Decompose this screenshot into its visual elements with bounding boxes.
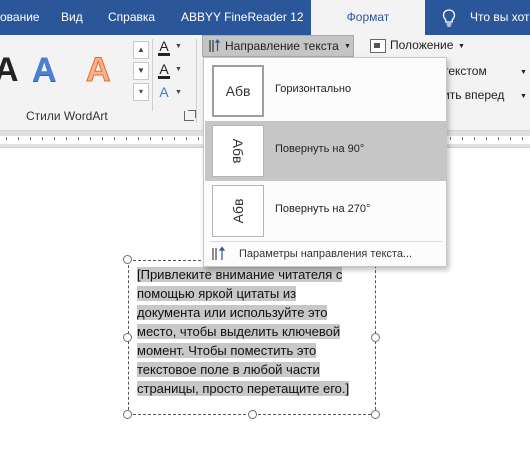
position-label: Положение: [390, 38, 454, 52]
text-line: документа или используйте это: [137, 305, 328, 320]
text-direction-label: Направление текста: [225, 39, 339, 53]
tab-abbyy[interactable]: ABBYY FineReader 12: [181, 0, 304, 35]
text-line: страницы, просто перетащите его.]: [137, 381, 350, 396]
resize-handle-right[interactable]: [371, 333, 380, 342]
preview-text: Абв: [230, 198, 246, 224]
text-direction-menu: Абв Горизонтально Абв Повернуть на 90° А…: [203, 57, 447, 267]
ruler-tick: [30, 137, 31, 140]
chevron-down-icon: ▼: [458, 43, 465, 50]
lightbulb-icon: [442, 9, 456, 27]
wordart-style-2[interactable]: A: [32, 51, 57, 90]
tab-review[interactable]: ование: [0, 0, 48, 35]
chevron-down-icon: ▼: [520, 69, 527, 76]
wrap-text-button[interactable]: текстом: [443, 64, 487, 78]
gallery-down-button[interactable]: ▼: [133, 62, 149, 80]
preview-text: Абв: [230, 138, 246, 164]
wordart-style-3[interactable]: A: [86, 51, 112, 90]
resize-handle-bottom-left[interactable]: [123, 410, 132, 419]
resize-handle-top-left[interactable]: [123, 255, 132, 264]
ruler-tick: [186, 137, 187, 140]
text-effects-button[interactable]: A ▼: [156, 84, 182, 104]
menu-item-rotate-270[interactable]: Абв Повернуть на 270°: [205, 181, 447, 241]
ruler-tick: [150, 137, 151, 140]
menu-item-direction-options[interactable]: Параметры направления текста...: [205, 244, 447, 266]
outline-color-bar: [158, 76, 170, 79]
text-direction-button[interactable]: Направление текста ▼: [202, 35, 354, 57]
preview-rotate-270: Абв: [212, 185, 264, 237]
ruler-tick: [42, 137, 43, 140]
tell-me-label: Что вы хот: [470, 10, 530, 24]
ruler-tick: [510, 137, 511, 140]
text-fill-button[interactable]: A ▼: [156, 38, 182, 58]
text-box-content[interactable]: [Привлеките внимание читателя с помощью …: [137, 265, 369, 398]
tab-help[interactable]: Справка: [108, 0, 158, 35]
text-direction-icon: [209, 39, 221, 52]
ruler-tick: [102, 137, 103, 140]
wordart-gallery-scroller: ▲ ▼ ▾: [133, 41, 149, 103]
chevron-down-icon: ▼: [175, 66, 182, 73]
resize-handle-bottom[interactable]: [248, 410, 257, 419]
menu-item-rotate-90[interactable]: Абв Повернуть на 90°: [205, 121, 447, 181]
resize-handle-bottom-right[interactable]: [371, 410, 380, 419]
menu-item-horizontal[interactable]: Абв Горизонтально: [205, 61, 447, 121]
ruler-tick: [522, 137, 523, 140]
text-box[interactable]: [Привлеките внимание читателя с помощью …: [128, 260, 376, 415]
position-icon: [370, 39, 386, 53]
ruler-tick: [54, 137, 55, 140]
ruler-tick: [66, 137, 67, 140]
wordart-style-1[interactable]: A: [0, 51, 19, 90]
ruler-tick: [90, 137, 91, 140]
text-line: момент. Чтобы поместить это: [137, 343, 317, 358]
ruler-tick: [474, 137, 475, 140]
ruler-tick: [498, 137, 499, 140]
bring-forward-button[interactable]: ить вперед: [443, 88, 504, 102]
ruler-tick: [198, 137, 199, 140]
ruler-tick: [450, 137, 451, 140]
text-line: помощью яркой цитаты из: [137, 286, 297, 301]
ruler-tick: [174, 137, 175, 140]
divider: [152, 39, 153, 111]
resize-handle-left[interactable]: [123, 333, 132, 342]
ruler-tick: [126, 137, 127, 140]
dialog-launcher-icon[interactable]: [184, 110, 196, 121]
chevron-down-icon: ▼: [175, 43, 182, 50]
gallery-more-button[interactable]: ▾: [133, 83, 149, 101]
chevron-down-icon: ▼: [175, 89, 182, 96]
preview-text: Абв: [225, 83, 251, 99]
text-effects-icon: A: [159, 84, 169, 100]
ruler-tick: [78, 137, 79, 140]
menu-item-label: Повернуть на 90°: [275, 143, 365, 155]
menu-divider: [210, 241, 442, 242]
ruler-tick: [138, 137, 139, 140]
ruler-tick: [18, 137, 19, 140]
ruler-tick: [162, 137, 163, 140]
tab-format[interactable]: Формат: [311, 0, 425, 35]
ruler-tick: [114, 137, 115, 140]
ruler-tick: [6, 137, 7, 140]
ruler-tick: [486, 137, 487, 140]
text-outline-button[interactable]: A ▼: [156, 61, 182, 81]
menu-footer-label: Параметры направления текста...: [239, 248, 413, 260]
fill-color-bar: [158, 53, 170, 56]
text-direction-icon: [212, 246, 226, 260]
wordart-group-label: Стили WordArt: [26, 109, 108, 123]
menu-item-label: Горизонтально: [275, 83, 352, 95]
ruler-tick: [462, 137, 463, 140]
preview-rotate-90: Абв: [212, 125, 264, 177]
gallery-up-button[interactable]: ▲: [133, 41, 149, 59]
chevron-down-icon: ▼: [520, 93, 527, 100]
text-line: [Привлеките внимание читателя с: [137, 267, 343, 282]
chevron-down-icon: ▼: [344, 43, 351, 50]
text-line: место, чтобы выделить ключевой: [137, 324, 341, 339]
tab-view[interactable]: Вид: [61, 0, 91, 35]
text-line: текстовое поле в любой части: [137, 362, 320, 377]
preview-horizontal: Абв: [212, 65, 264, 117]
menu-item-label: Повернуть на 270°: [275, 203, 371, 215]
ribbon-tab-bar: ование Вид Справка ABBYY FineReader 12 Ф…: [0, 0, 530, 35]
divider: [196, 39, 197, 123]
